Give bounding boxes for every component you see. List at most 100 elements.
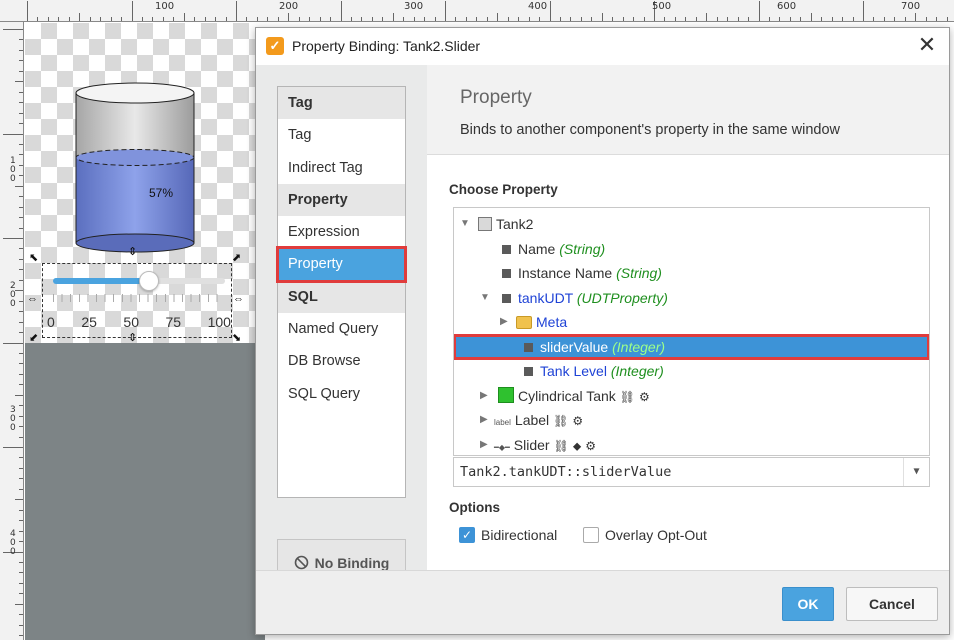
expand-icon[interactable]: ▶	[480, 408, 488, 432]
tree-row-meta[interactable]: ▶ Meta	[454, 310, 929, 335]
ruler-tick	[800, 17, 802, 21]
slider-thumb[interactable]	[139, 271, 160, 291]
component-icon	[478, 217, 492, 231]
collapse-icon[interactable]: ▼	[460, 212, 470, 236]
property-binding-dialog: ✓ Property Binding: Tank2.Slider ✕ Tag Ta…	[255, 27, 950, 635]
ruler-label: 700	[901, 1, 921, 12]
resize-handle-right[interactable]: ⇔	[233, 294, 244, 305]
tree-row-label[interactable]: ▶ label Label ⛓ ⚙	[454, 408, 929, 433]
tree-row-tank-level[interactable]: Tank Level (Integer)	[454, 359, 929, 384]
ruler-tick	[842, 17, 844, 21]
binding-type-item[interactable]: Tag	[278, 119, 405, 151]
expand-icon[interactable]: ▶	[480, 433, 488, 456]
ruler-tick	[539, 17, 541, 21]
resize-handle-top[interactable]: ⇕	[128, 247, 137, 258]
ruler-tick	[225, 17, 227, 21]
ruler-tick	[19, 258, 23, 260]
binding-category-header: Tag	[278, 87, 405, 120]
tree-node-name: Name	[518, 240, 556, 257]
ruler-tick	[19, 60, 23, 62]
ruler-tick	[497, 13, 499, 21]
ruler-tick	[424, 17, 426, 21]
ruler-tick	[19, 530, 23, 532]
ruler-tick	[19, 206, 23, 208]
binding-type-item[interactable]: Indirect Tag	[278, 152, 405, 184]
expand-icon[interactable]: ▶	[480, 384, 488, 408]
tree-row-tank2[interactable]: ▼ Tank2	[454, 212, 929, 237]
ruler-tick	[528, 17, 530, 21]
ruler-tick	[288, 13, 290, 21]
tank-liquid-surface	[75, 149, 195, 166]
binding-type-item[interactable]: SQL Query	[278, 378, 405, 410]
binding-type-item[interactable]: Expression	[278, 216, 405, 248]
no-binding-icon	[294, 555, 308, 570]
property-path-field[interactable]: Tank2.tankUDT::sliderValue ▼	[453, 457, 930, 487]
property-tree[interactable]: ▼ Tank2 Name (String) Instance Name (Str…	[453, 207, 930, 456]
resize-handle-bottom-right[interactable]: ⬊	[232, 333, 241, 344]
ruler-tick	[19, 426, 23, 428]
ruler-tick	[695, 17, 697, 21]
overlay-opt-out-checkbox[interactable]: Overlay Opt-Out	[583, 526, 707, 544]
ruler-tick	[737, 17, 739, 21]
resize-handle-top-right[interactable]: ⬈	[232, 253, 241, 264]
tree-row-instance-name[interactable]: Instance Name (String)	[454, 261, 929, 286]
ruler-tick	[19, 175, 23, 177]
ruler-tick	[716, 17, 718, 21]
slider-tick-label: 0	[47, 314, 55, 330]
checkbox-unchecked-icon[interactable]	[583, 527, 599, 543]
cancel-button[interactable]: Cancel	[846, 587, 938, 621]
slider-component[interactable]: 0 25 50 75 100	[42, 263, 232, 338]
ruler-tick	[570, 17, 572, 21]
tree-node-name: sliderValue	[540, 338, 609, 355]
close-button[interactable]: ✕	[915, 33, 939, 57]
tree-row-name[interactable]: Name (String)	[454, 237, 929, 262]
cylindrical-tank[interactable]	[25, 23, 265, 263]
ruler-tick	[15, 185, 23, 187]
bidirectional-label: Bidirectional	[481, 527, 558, 543]
tree-row-slidervalue[interactable]: sliderValue (Integer)	[454, 333, 929, 360]
dialog-titlebar[interactable]: ✓ Property Binding: Tank2.Slider ✕	[256, 28, 949, 65]
ruler-tick	[19, 488, 23, 490]
ruler-tick	[15, 394, 23, 396]
ruler-tick	[19, 593, 23, 595]
binding-type-item[interactable]: Named Query	[278, 313, 405, 345]
ruler-tick	[392, 13, 394, 21]
resize-handle-bottom-left[interactable]: ⬋	[29, 333, 38, 344]
ok-button[interactable]: OK	[782, 587, 834, 621]
slider-track[interactable]	[53, 271, 225, 291]
ruler-tick	[518, 17, 520, 21]
collapse-icon[interactable]: ▼	[480, 286, 490, 310]
ruler-tick	[19, 70, 23, 72]
expand-icon[interactable]: ▶	[500, 310, 508, 334]
ruler-tick	[340, 1, 342, 21]
bidirectional-checkbox[interactable]: ✓ Bidirectional	[459, 526, 557, 544]
tree-row-slider[interactable]: ▶ ━◆━ Slider ⛓ ⬥ ⚙	[454, 433, 929, 456]
ruler-tick	[19, 279, 23, 281]
tree-node-name: Tank2	[496, 216, 534, 232]
ruler-tick	[68, 17, 70, 21]
ruler-tick	[3, 238, 23, 239]
ruler-tick	[19, 624, 23, 626]
resize-handle-left[interactable]: ⇔	[27, 294, 38, 305]
binding-type-item[interactable]: Property	[276, 246, 407, 283]
ruler-tick	[89, 17, 91, 21]
ruler-tick	[706, 13, 708, 21]
ruler-tick	[413, 17, 415, 21]
property-icon	[502, 293, 511, 303]
overlay-opt-out-label: Overlay Opt-Out	[605, 527, 707, 543]
ruler-tick	[267, 17, 269, 21]
slider-ticks	[53, 294, 225, 302]
ruler-tick	[19, 384, 23, 386]
ruler-tick	[204, 17, 206, 21]
dialog-title: Property Binding: Tank2.Slider	[292, 38, 481, 54]
canvas-outside-area	[25, 343, 265, 640]
tree-row-tankudt[interactable]: ▼ tankUDT (UDTProperty)	[454, 286, 929, 311]
slider-tick-labels: 0 25 50 75 100	[47, 314, 231, 330]
slider-tick-label: 100	[207, 314, 231, 330]
resize-handle-top-left[interactable]: ⬉	[29, 253, 38, 264]
checkbox-checked-icon[interactable]: ✓	[459, 527, 475, 543]
dropdown-arrow-icon[interactable]: ▼	[903, 458, 929, 486]
binding-type-item[interactable]: DB Browse	[278, 345, 405, 377]
property-icon	[502, 269, 511, 278]
tree-row-cylindrical-tank[interactable]: ▶ Cylindrical Tank ⛓ ⚙	[454, 384, 929, 409]
